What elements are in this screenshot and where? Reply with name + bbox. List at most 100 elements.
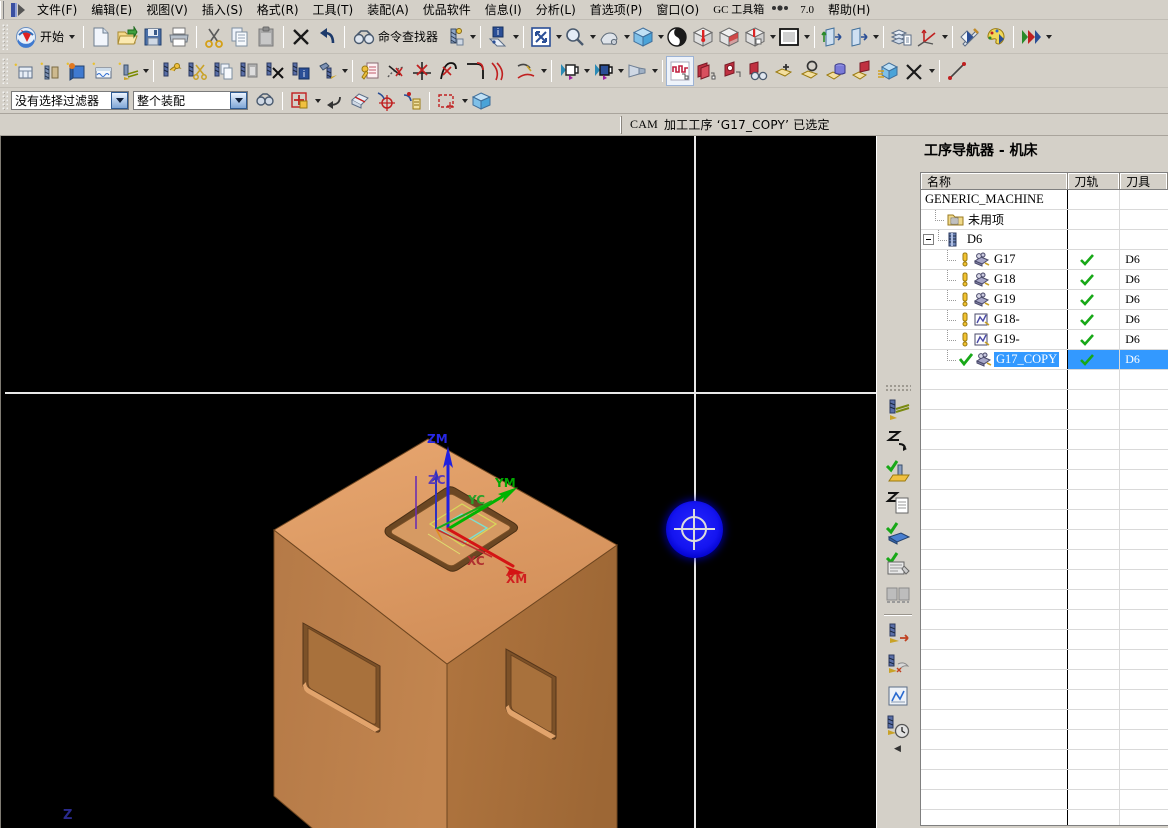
menu-window[interactable]: 窗口(O) [649, 1, 706, 19]
rotate-button[interactable] [630, 23, 656, 51]
table-row[interactable] [921, 770, 1168, 790]
start-menu-button[interactable]: 开始 [11, 23, 79, 51]
toolpath-info-button[interactable]: i [288, 57, 314, 85]
post-process-vbutton[interactable] [881, 549, 915, 580]
line-button[interactable] [944, 57, 970, 85]
chevron-down-icon[interactable] [942, 34, 949, 39]
list-toolpath-vbutton[interactable] [881, 487, 915, 518]
taper-button[interactable] [624, 57, 650, 85]
menu-insert[interactable]: 插入(S) [195, 1, 250, 19]
table-row[interactable] [921, 810, 1168, 825]
menu-help[interactable]: 帮助(H) [821, 1, 877, 19]
menu-youpin[interactable]: 优品软件 [416, 1, 478, 19]
verify-toolpath-vbutton[interactable] [881, 456, 915, 487]
approve-toolpath-vbutton[interactable] [881, 518, 915, 549]
toolbar-grip[interactable] [1, 23, 8, 50]
measure-angle-button[interactable] [797, 57, 823, 85]
selection-target-marker[interactable] [666, 501, 723, 558]
toolbar-grip[interactable] [1, 90, 8, 111]
table-row[interactable] [921, 550, 1168, 570]
table-row[interactable] [921, 610, 1168, 630]
menu-analysis[interactable]: 分析(L) [529, 1, 583, 19]
fit-view-button[interactable] [528, 23, 554, 51]
table-row[interactable]: G19 D6 [921, 290, 1168, 310]
snap-settings-button[interactable] [399, 87, 425, 115]
chevron-down-icon[interactable] [1046, 34, 1053, 39]
table-row[interactable] [921, 690, 1168, 710]
rect-select-button[interactable] [434, 87, 460, 115]
table-row[interactable] [921, 730, 1168, 750]
pan-button[interactable] [596, 23, 622, 51]
table-row[interactable] [921, 530, 1168, 550]
tree-expander-button[interactable] [923, 234, 934, 245]
column-name[interactable]: 名称 [921, 173, 1069, 189]
chevron-down-icon[interactable] [342, 68, 348, 73]
operation-navigator-tree[interactable]: 名称 刀轨 刀具 GENERIC_MACHINE 未用项 D6 G17 D6 G… [920, 172, 1168, 826]
collapse-left-icon[interactable]: ◀ [893, 742, 903, 754]
sync-button[interactable] [693, 57, 719, 85]
menu-format[interactable]: 格式(R) [250, 1, 306, 19]
table-row[interactable]: G19- D6 [921, 330, 1168, 350]
command-finder-button[interactable]: 命令查找器 [349, 23, 442, 51]
undo-button[interactable] [314, 23, 340, 51]
table-row[interactable]: 未用项 [921, 210, 1168, 230]
cut-button[interactable] [201, 23, 227, 51]
table-row[interactable] [921, 450, 1168, 470]
menu-information[interactable]: 信息(I) [478, 1, 529, 19]
chevron-down-icon[interactable] [513, 34, 520, 39]
selection-filter-combo[interactable]: 没有选择过滤器 [11, 91, 129, 110]
table-row[interactable] [921, 470, 1168, 490]
table-row[interactable]: G18 D6 [921, 270, 1168, 290]
chevron-down-icon[interactable] [470, 34, 477, 39]
table-row[interactable] [921, 570, 1168, 590]
create-program-button[interactable] [89, 57, 115, 85]
chevron-down-icon[interactable] [873, 34, 880, 39]
table-row[interactable] [921, 650, 1168, 670]
delete-button[interactable] [288, 23, 314, 51]
offset-curve-button[interactable] [487, 57, 513, 85]
copy-button[interactable] [227, 23, 253, 51]
selection-find-button[interactable] [252, 87, 278, 115]
open-button[interactable] [114, 23, 140, 51]
table-row[interactable] [921, 670, 1168, 690]
simulate-button[interactable] [666, 55, 694, 86]
bridge-curve-button[interactable] [435, 57, 461, 85]
table-row[interactable] [921, 510, 1168, 530]
machining-wizard-button[interactable] [357, 57, 383, 85]
table-row[interactable] [921, 710, 1168, 730]
selection-add-button[interactable] [287, 87, 313, 115]
column-tool[interactable]: 刀具 [1120, 173, 1168, 189]
revolve-button[interactable] [590, 57, 616, 85]
create-method-button[interactable] [63, 57, 89, 85]
clip-back-button[interactable] [742, 23, 768, 51]
shading-button[interactable] [664, 23, 690, 51]
shop-docs-vbutton[interactable] [881, 580, 915, 611]
info-button[interactable]: i [485, 23, 511, 51]
section-button[interactable] [716, 23, 742, 51]
cam-compare-button[interactable] [745, 57, 771, 85]
create-tool-button[interactable] [37, 57, 63, 85]
measure-volume-button[interactable] [823, 57, 849, 85]
graphics-viewport[interactable]: ZM ZC YM YC XC XM Z [0, 136, 876, 828]
generate-toolpath-button[interactable] [158, 57, 184, 85]
chevron-down-icon[interactable] [541, 68, 547, 73]
create-operation-button[interactable] [115, 57, 141, 85]
table-row[interactable]: GENERIC_MACHINE [921, 190, 1168, 210]
menu-preferences[interactable]: 首选项(P) [583, 1, 650, 19]
extrude-button[interactable] [556, 57, 582, 85]
palette-button[interactable] [983, 23, 1009, 51]
edit-object-display-button[interactable] [957, 23, 983, 51]
solid-select-button[interactable] [468, 87, 494, 115]
selection-back-button[interactable] [321, 87, 347, 115]
menubar-grip[interactable] [0, 0, 9, 19]
generate-toolpath-vbutton[interactable] [881, 394, 915, 425]
chevron-down-icon[interactable] [143, 68, 149, 73]
replay-toolpath-vbutton[interactable] [881, 425, 915, 456]
selection-box-button[interactable] [347, 87, 373, 115]
paste-toolpath-button[interactable] [236, 57, 262, 85]
hide-button[interactable] [845, 23, 871, 51]
column-toolpath[interactable]: 刀轨 [1068, 173, 1121, 189]
background-button[interactable] [776, 23, 802, 51]
wcs-button[interactable] [914, 23, 940, 51]
table-row[interactable] [921, 490, 1168, 510]
